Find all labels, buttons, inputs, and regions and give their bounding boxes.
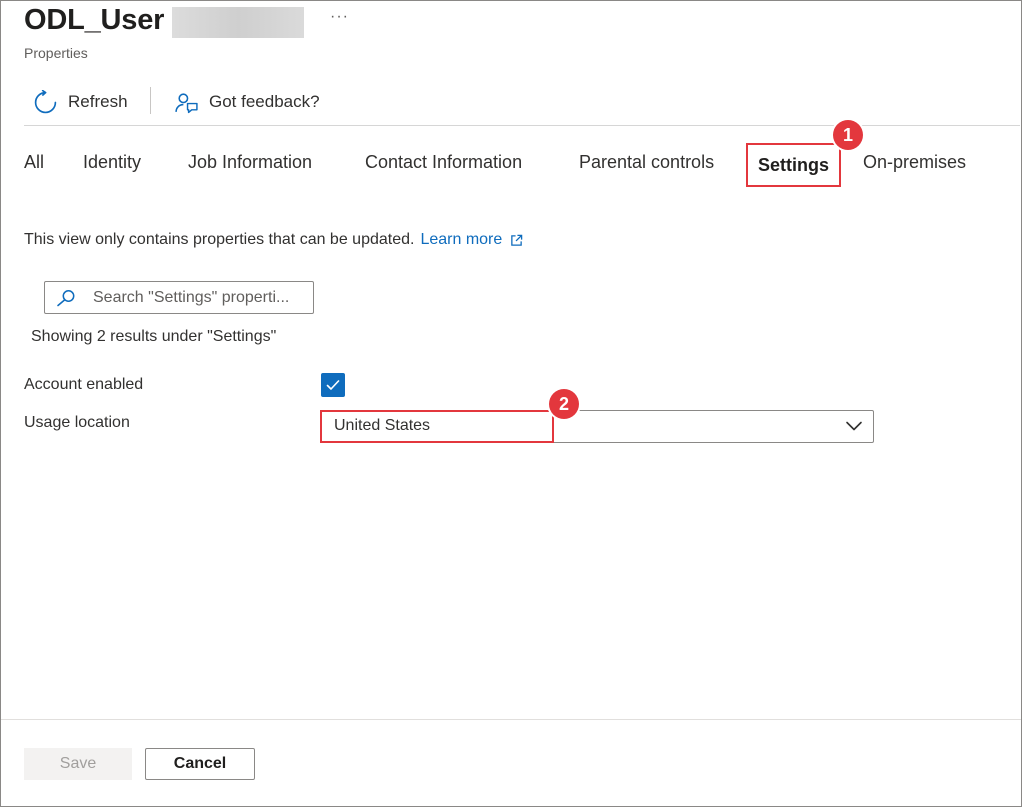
cancel-button[interactable]: Cancel [145, 748, 255, 780]
redacted-username [172, 7, 304, 38]
usage-location-label: Usage location [24, 414, 130, 431]
save-button[interactable]: Save [24, 748, 132, 780]
highlight-usage-location [320, 410, 554, 443]
feedback-icon [175, 92, 198, 113]
tab-parental-controls[interactable]: Parental controls [579, 152, 714, 173]
info-text: This view only contains properties that … [24, 231, 523, 249]
tab-identity[interactable]: Identity [83, 152, 141, 173]
account-enabled-checkbox[interactable] [321, 373, 345, 397]
more-actions-button[interactable]: ··· [330, 8, 349, 26]
info-message: This view only contains properties that … [24, 231, 415, 248]
search-input[interactable] [93, 288, 313, 307]
checkmark-icon [326, 380, 340, 390]
page-subtitle: Properties [24, 45, 88, 61]
refresh-icon [34, 89, 57, 113]
feedback-label: Got feedback? [209, 92, 320, 111]
refresh-button[interactable]: Refresh [33, 87, 128, 117]
tab-contact-information[interactable]: Contact Information [365, 152, 522, 173]
refresh-label: Refresh [68, 92, 128, 111]
search-icon [57, 289, 75, 306]
tab-settings-label: Settings [757, 154, 829, 175]
step-badge-2: 2 [549, 389, 579, 419]
tab-all[interactable]: All [24, 152, 44, 173]
search-box[interactable] [44, 281, 314, 314]
external-link-icon[interactable] [510, 234, 523, 247]
footer-divider [1, 719, 1021, 720]
tab-on-premises[interactable]: On-premises [863, 152, 966, 173]
learn-more-link[interactable]: Learn more [420, 231, 502, 249]
header-divider [24, 125, 1020, 126]
tab-settings[interactable]: Settings [746, 143, 841, 187]
account-enabled-label: Account enabled [24, 376, 144, 393]
command-divider [150, 87, 151, 114]
feedback-button[interactable]: Got feedback? [174, 87, 320, 117]
page-title: ODL_User [24, 4, 165, 36]
tab-job-information[interactable]: Job Information [188, 152, 312, 173]
panel-frame [0, 0, 1022, 807]
results-count: Showing 2 results under "Settings" [31, 328, 277, 345]
step-badge-1: 1 [833, 120, 863, 150]
chevron-down-icon [846, 421, 862, 431]
